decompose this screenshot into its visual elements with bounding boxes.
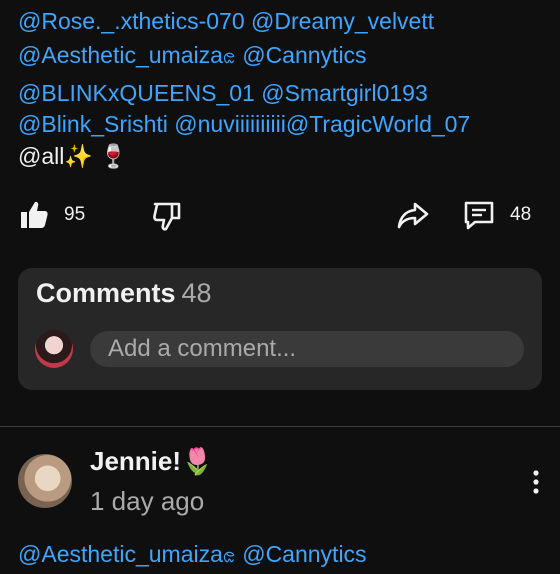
comments-header: Comments 48 [36,278,212,309]
post-mention-line-3[interactable]: @BLINKxQUEENS_01 @Smartgirl0193 [18,79,428,107]
post-action-bar: 95 48 [0,190,560,240]
post-mention-text[interactable]: @Aesthetic_umaizaၕ @Cannytics [18,42,367,68]
comment-text[interactable]: @Aesthetic_umaizaၕ @Cannytics [18,540,367,574]
vertical-dots-icon[interactable] [526,468,546,498]
post-mention-text[interactable]: @BLINKxQUEENS_01 @Smartgirl0193 [18,80,428,106]
divider [0,426,560,427]
comment-count: 48 [510,204,532,225]
comment-item: Jennie!🌷 1 day ago @Aesthetic_umaizaၕ @C… [0,440,560,567]
add-comment-input[interactable]: Add a comment... [90,331,524,367]
post-emoji: ✨ 🍷 [64,143,129,169]
comment-author[interactable]: Jennie!🌷 [90,446,213,477]
comment-author-avatar[interactable] [18,454,72,508]
comment-bubble-icon [462,198,496,232]
comments-card[interactable]: Comments 48 Add a comment... [18,268,542,390]
post-mention-all[interactable]: @all [18,143,64,169]
post-mention-line-1[interactable]: @Rose._.xthetics-070 @Dreamy_velvett [18,7,434,35]
comments-count: 48 [181,278,212,308]
post-mention-text[interactable]: @Blink_Srishti @nuviiiiiiiiii@TragicWorl… [18,111,470,137]
dislike-button[interactable] [150,190,184,240]
thumbs-down-icon [150,198,184,232]
share-button[interactable] [396,190,430,240]
like-count: 95 [64,204,86,225]
user-avatar [35,330,73,368]
comments-title: Comments [36,278,176,308]
thumbs-up-icon [18,199,50,231]
post-mention-line-5: @all✨ 🍷 [18,142,128,170]
post-mention-line-4[interactable]: @Blink_Srishti @nuviiiiiiiiii@TragicWorl… [18,110,470,138]
like-button[interactable]: 95 [18,190,85,240]
post-mention-text[interactable]: @Rose._.xthetics-070 @Dreamy_velvett [18,8,434,34]
comments-button[interactable]: 48 [462,190,531,240]
share-arrow-icon [396,198,430,232]
comment-timestamp: 1 day ago [90,486,205,516]
post-mention-line-2[interactable]: @Aesthetic_umaizaၕ @Cannytics [18,41,367,69]
